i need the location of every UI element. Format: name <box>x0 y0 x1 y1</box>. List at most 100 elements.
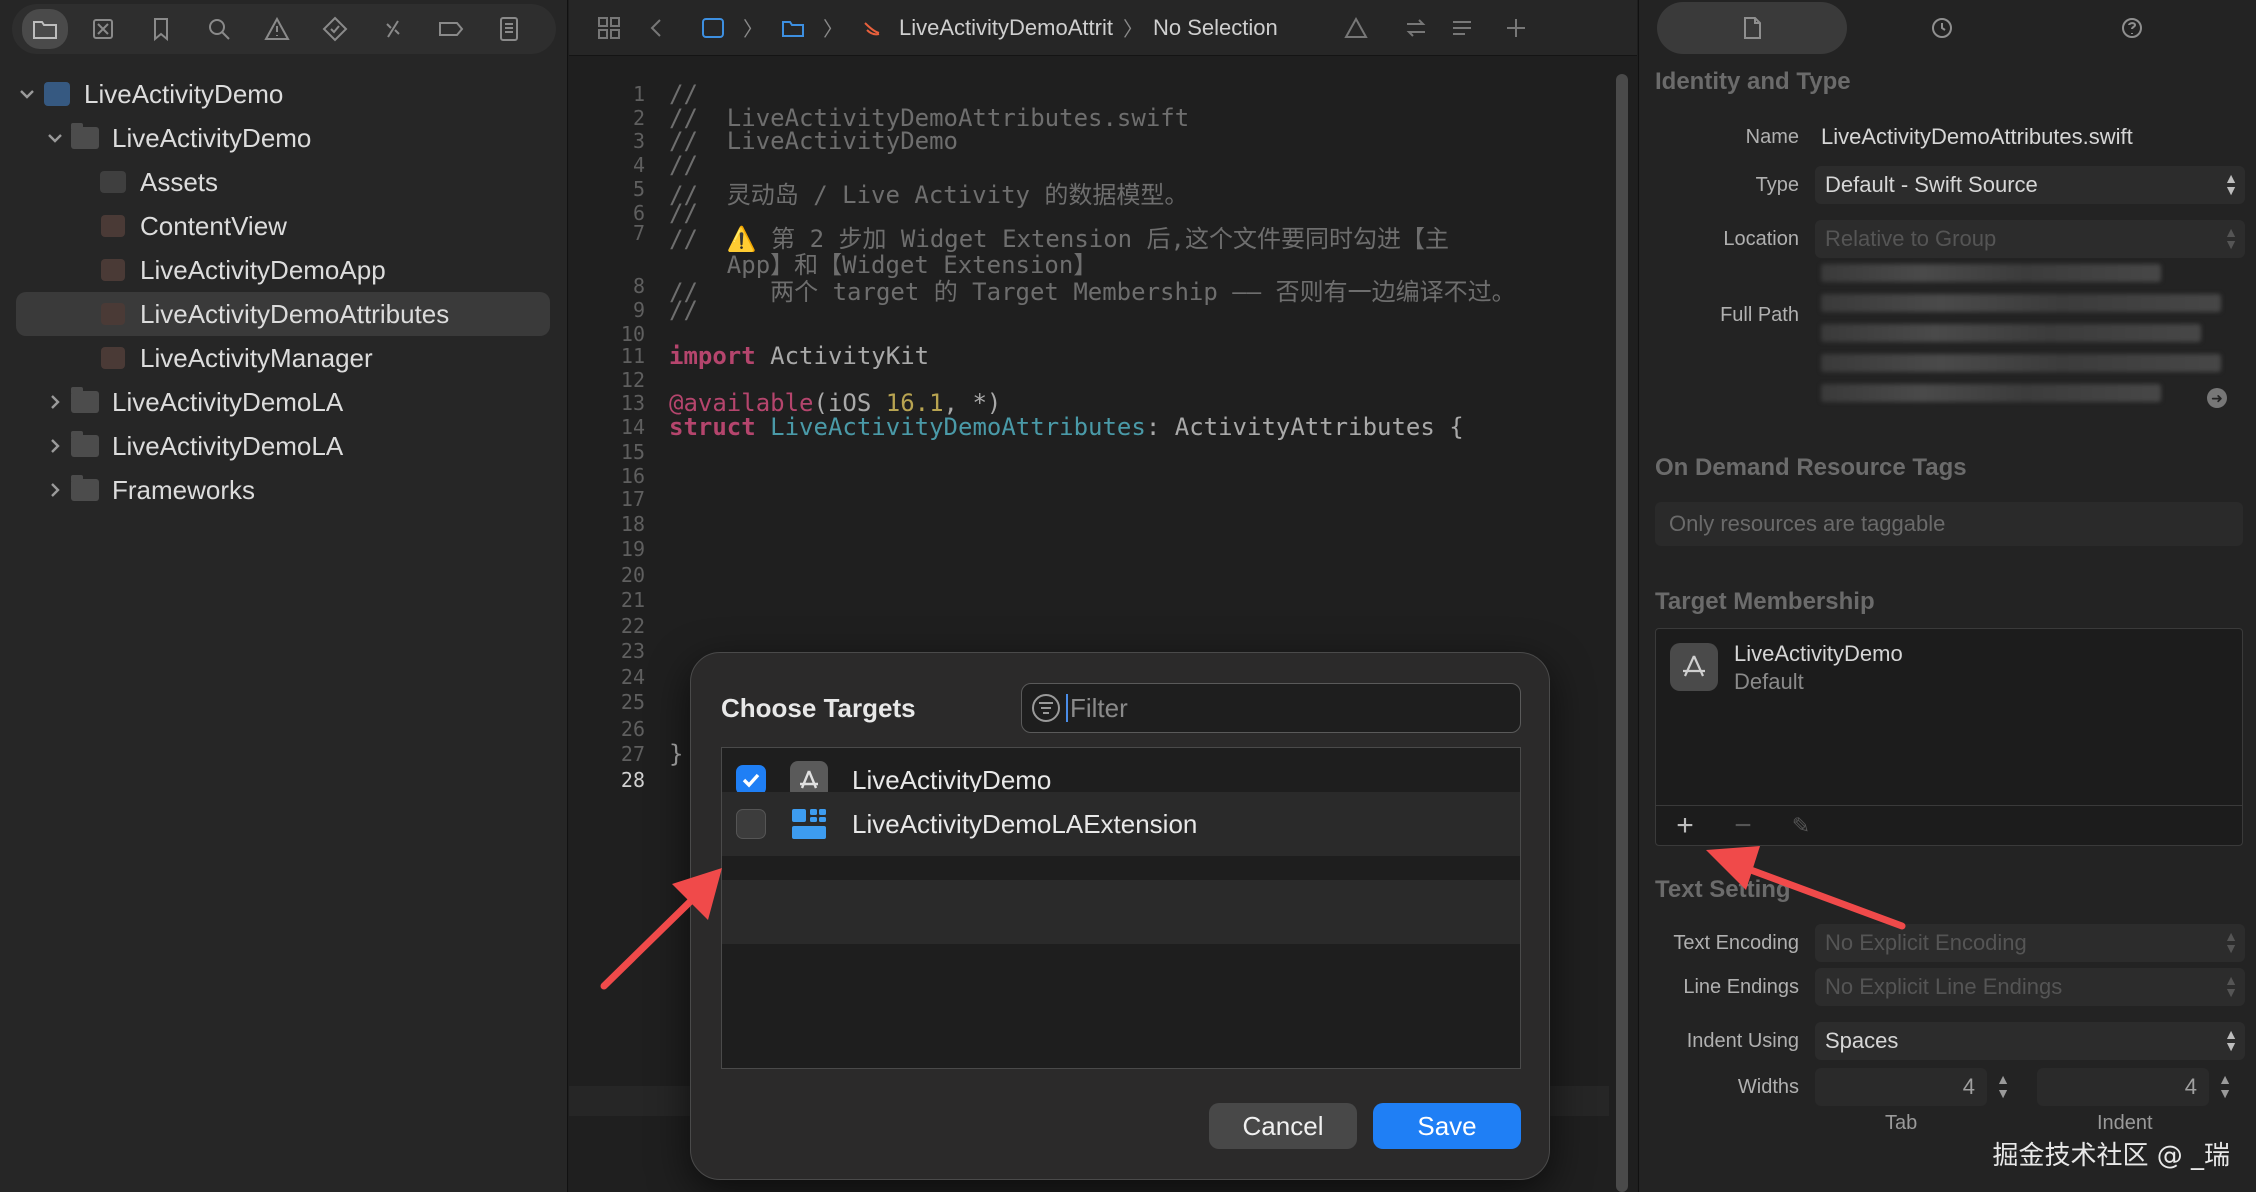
add-editor-icon[interactable] <box>1496 8 1536 48</box>
line-number: 28 <box>620 768 645 792</box>
line-number: 26 <box>620 717 645 741</box>
tree-row[interactable]: LiveActivityDemoLA <box>16 424 550 468</box>
tree-row-label: LiveActivityDemoAttributes <box>140 298 450 329</box>
source-control-icon[interactable] <box>80 9 126 49</box>
line-number: 9 <box>632 298 645 322</box>
tab-width-stepper[interactable]: ▲ ▼ <box>1991 1068 2015 1106</box>
tree-row-label: LiveActivityDemoLA <box>112 430 344 461</box>
indent-popup[interactable]: Spaces ▲ ▼ <box>1815 1022 2245 1060</box>
file-crumb[interactable]: LiveActivityDemoAttrit <box>899 15 1113 41</box>
swift-file-icon[interactable] <box>853 8 893 48</box>
chevron-right-icon[interactable] <box>44 479 66 501</box>
crumb-separator: 〉 <box>743 19 763 41</box>
line-number: 15 <box>620 440 645 464</box>
save-button[interactable]: Save <box>1373 1103 1521 1149</box>
type-value: Default - Swift Source <box>1825 172 2038 197</box>
tree-row[interactable]: Assets <box>16 160 550 204</box>
folder-crumb-icon[interactable] <box>773 8 813 48</box>
report-icon[interactable] <box>486 9 532 49</box>
line-number: 25 <box>620 690 645 714</box>
indent-width-field[interactable]: 4 <box>2037 1068 2209 1106</box>
encoding-popup[interactable]: No Explicit Encoding ▲ ▼ <box>1815 924 2245 962</box>
issue-warning-icon[interactable] <box>1336 8 1376 48</box>
membership-target-name[interactable]: LiveActivityDemo <box>1734 641 1903 667</box>
tree-row[interactable]: LiveActivityDemo <box>16 72 550 116</box>
back-icon[interactable] <box>637 8 677 48</box>
filter-input[interactable]: Filter <box>1021 683 1521 733</box>
line-number: 16 <box>620 464 645 488</box>
chevron-down-icon[interactable] <box>44 127 66 149</box>
help-icon <box>2122 18 2142 38</box>
membership-target-sub: Default <box>1734 669 1804 694</box>
tree-row[interactable]: LiveActivityDemo <box>16 116 550 160</box>
membership-section-title: Target Membership <box>1655 588 1875 615</box>
text-caret <box>1066 694 1068 722</box>
folder-icon[interactable] <box>22 9 68 49</box>
selection-crumb[interactable]: No Selection <box>1153 15 1278 41</box>
checkbox-checked[interactable] <box>736 765 766 795</box>
indent-width-stepper[interactable]: ▲ ▼ <box>2213 1068 2237 1106</box>
search-icon[interactable] <box>196 9 242 49</box>
watermark: 掘金技术社区 @ _瑞 <box>1992 1141 2230 1171</box>
editor-options-icon[interactable] <box>1442 8 1482 48</box>
identity-section-title: Identity and Type <box>1655 68 1851 95</box>
name-field[interactable]: LiveActivityDemoAttributes.swift <box>1821 124 2133 150</box>
checkbox-unchecked[interactable] <box>736 809 766 839</box>
odr-section-title: On Demand Resource Tags <box>1655 454 1967 481</box>
target-list: LiveActivityDemo LiveActivityDemoLAExten… <box>721 747 1521 1069</box>
target-membership-list: LiveActivityDemo Default + − ✎ <box>1655 628 2243 846</box>
widths-label: Widths <box>1737 1076 1799 1098</box>
compare-icon[interactable] <box>1396 8 1436 48</box>
remove-target-button[interactable]: − <box>1726 809 1760 842</box>
updown-chevron-icon: ▲ ▼ <box>2224 170 2238 198</box>
line-number: 2 <box>632 106 645 130</box>
history-inspector-tab[interactable] <box>1847 2 2037 54</box>
line-number: 19 <box>620 537 645 561</box>
line-number: 14 <box>620 415 645 439</box>
help-inspector-tab[interactable] <box>2037 2 2227 54</box>
related-items-icon[interactable] <box>589 8 629 48</box>
test-icon[interactable] <box>312 9 358 49</box>
breakpoint-icon[interactable] <box>428 9 474 49</box>
chevron-right-icon[interactable] <box>44 391 66 413</box>
choose-targets-sheet: Choose Targets Filter LiveActivityDemo L… <box>690 652 1550 1180</box>
indent-sublabel: Indent <box>2097 1112 2153 1134</box>
debug-icon[interactable] <box>370 9 416 49</box>
inspector-tabs <box>1657 2 2256 54</box>
document-icon <box>1744 17 1761 39</box>
endings-popup[interactable]: No Explicit Line Endings ▲ ▼ <box>1815 968 2245 1006</box>
type-popup[interactable]: Default - Swift Source ▲ ▼ <box>1815 166 2245 204</box>
type-label: Type <box>1755 174 1799 196</box>
project-crumb-icon[interactable] <box>693 8 733 48</box>
tree-row[interactable]: LiveActivityDemoApp <box>16 248 550 292</box>
line-number: 4 <box>632 153 645 177</box>
location-popup[interactable]: Relative to Group ▲ ▼ <box>1815 220 2245 258</box>
chevron-down-icon[interactable] <box>16 83 38 105</box>
updown-chevron-icon: ▲ ▼ <box>2224 972 2238 1000</box>
cancel-button[interactable]: Cancel <box>1209 1103 1357 1149</box>
edit-target-button[interactable]: ✎ <box>1784 811 1818 841</box>
odr-tags-field: Only resources are taggable <box>1655 502 2243 546</box>
file-inspector-tab[interactable] <box>1657 2 1847 54</box>
warning-icon[interactable] <box>254 9 300 49</box>
tab-width-field[interactable]: 4 <box>1815 1068 1987 1106</box>
swift-file-icon <box>98 213 128 239</box>
bookmark-icon[interactable] <box>138 9 184 49</box>
tree-row[interactable]: LiveActivityManager <box>16 336 550 380</box>
add-target-button[interactable]: + <box>1668 809 1702 842</box>
line-number: 8 <box>632 274 645 298</box>
tree-row[interactable]: ContentView <box>16 204 550 248</box>
tree-row[interactable]: Frameworks <box>16 468 550 512</box>
swift-file-icon <box>98 301 128 327</box>
tree-row[interactable]: LiveActivityDemoLA <box>16 380 550 424</box>
reveal-in-finder-icon[interactable]: ➜ <box>2207 388 2227 408</box>
text-settings-section-title: Text Setting <box>1655 876 1791 903</box>
folder-icon <box>70 475 100 503</box>
line-number: 21 <box>620 588 645 612</box>
chevron-right-icon[interactable] <box>44 435 66 457</box>
tree-row[interactable]: LiveActivityDemoAttributes <box>16 292 550 336</box>
tree-row-label: LiveActivityManager <box>140 342 373 373</box>
editor-scrollbar[interactable] <box>1616 74 1628 1192</box>
tab-sublabel: Tab <box>1885 1112 1918 1134</box>
